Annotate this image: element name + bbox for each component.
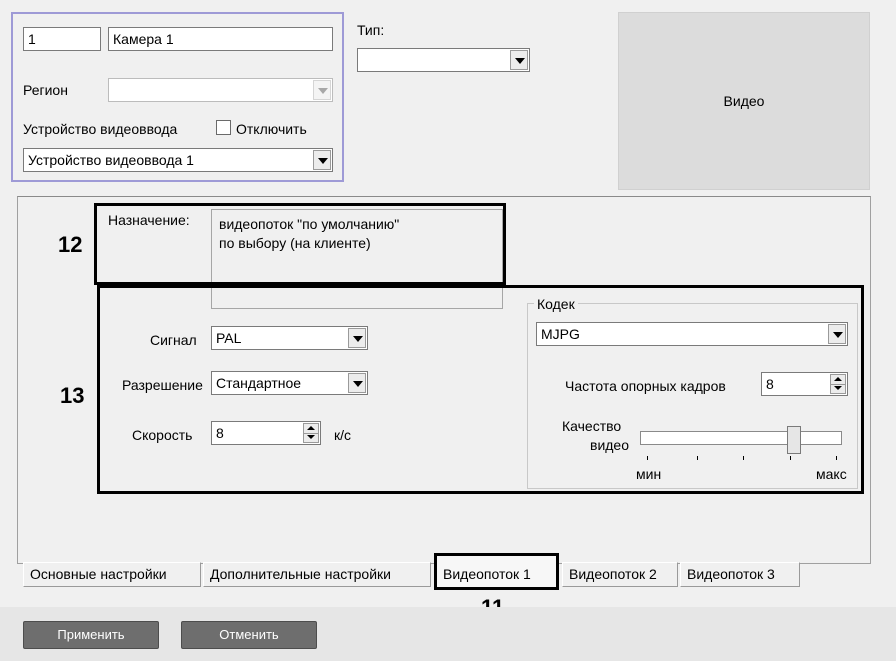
codec-select[interactable]: MJPG [536, 322, 848, 346]
codec-value: MJPG [541, 326, 580, 342]
region-select[interactable] [108, 78, 333, 102]
video-preview-label: Видео [723, 93, 765, 109]
keyframe-rate-spin-buttons[interactable] [830, 374, 846, 394]
camera-id-field[interactable]: 1 [23, 27, 101, 51]
camera-name-field[interactable]: Камера 1 [108, 27, 333, 51]
capture-device-value: Устройство видеоввода 1 [28, 152, 194, 168]
keyframe-rate-label: Частота опорных кадров [565, 378, 726, 394]
keyframe-rate-value: 8 [766, 376, 774, 392]
callout-number-12: 12 [58, 232, 83, 257]
tab-basic-settings[interactable]: Основные настройки [23, 562, 201, 587]
quality-slider-track [640, 431, 842, 445]
speed-spin-buttons[interactable] [303, 423, 319, 443]
quality-slider-thumb[interactable] [787, 426, 801, 454]
codec-group-label: Кодек [534, 296, 578, 312]
quality-slider[interactable] [640, 426, 842, 456]
speed-value: 8 [216, 425, 224, 441]
resolution-label: Разрешение [122, 377, 203, 393]
codec-dropdown-arrow-icon[interactable] [828, 324, 846, 344]
quality-slider-ticks [647, 456, 837, 462]
speed-decrement-icon[interactable] [304, 433, 318, 442]
callout-box-12 [94, 203, 506, 285]
quality-min-label: мин [636, 466, 662, 482]
resolution-dropdown-arrow-icon[interactable] [348, 373, 366, 393]
quality-label-line1: Качество [562, 418, 622, 434]
disable-checkbox[interactable] [216, 120, 231, 135]
tab-additional-settings[interactable]: Дополнительные настройки [203, 562, 431, 587]
resolution-select[interactable]: Стандартное [211, 371, 368, 395]
speed-label: Скорость [132, 427, 193, 443]
tab-videostream-2[interactable]: Видеопоток 2 [562, 562, 678, 587]
capture-device-dropdown-arrow-icon[interactable] [313, 150, 331, 170]
capture-device-label: Устройство видеоввода [23, 121, 178, 137]
quality-max-label: макс [816, 466, 847, 482]
tab-videostream-3[interactable]: Видеопоток 3 [680, 562, 800, 587]
speed-stepper[interactable]: 8 [211, 421, 321, 445]
type-select[interactable] [357, 48, 530, 72]
keyframe-rate-decrement-icon[interactable] [831, 384, 845, 393]
region-dropdown-arrow-icon[interactable] [313, 80, 331, 100]
type-dropdown-arrow-icon[interactable] [510, 50, 528, 70]
signal-value: PAL [216, 330, 242, 346]
signal-select[interactable]: PAL [211, 326, 368, 350]
resolution-value: Стандартное [216, 375, 302, 391]
speed-unit: к/с [334, 427, 352, 443]
callout-number-13: 13 [60, 383, 85, 408]
tab-videostream-1[interactable]: Видеопоток 1 [434, 553, 559, 590]
video-preview: Видео [618, 12, 870, 190]
signal-label: Сигнал [150, 332, 197, 348]
disable-label: Отключить [236, 121, 307, 137]
quality-label-line2: видео [590, 437, 629, 453]
cancel-button[interactable]: Отменить [181, 621, 317, 649]
apply-button[interactable]: Применить [23, 621, 159, 649]
signal-dropdown-arrow-icon[interactable] [348, 328, 366, 348]
type-label: Тип: [357, 22, 385, 38]
region-label: Регион [23, 82, 68, 98]
capture-device-select[interactable]: Устройство видеоввода 1 [23, 148, 333, 172]
keyframe-rate-stepper[interactable]: 8 [761, 372, 848, 396]
